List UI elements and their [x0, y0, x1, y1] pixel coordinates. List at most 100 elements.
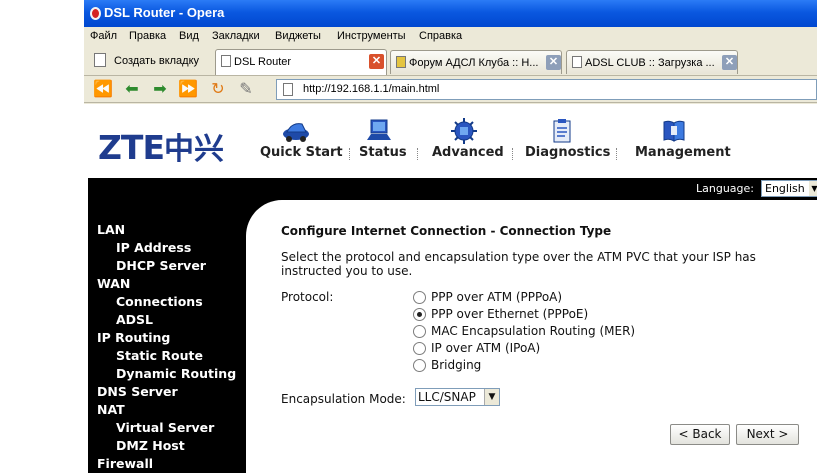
sidebar-item-firewall[interactable]: Firewall — [97, 456, 153, 471]
nav-label: Quick Start — [260, 145, 343, 160]
page-icon — [221, 55, 231, 67]
rewind-icon[interactable]: ⏪ — [93, 80, 113, 98]
car-icon — [283, 123, 309, 142]
edit-icon[interactable]: ✎ — [236, 80, 256, 98]
chip-icon — [451, 118, 477, 144]
nav-separator — [417, 148, 418, 160]
menu-bar: Файл Правка Вид Закладки Виджеты Инструм… — [84, 27, 817, 47]
logo-brand: ZTE — [98, 128, 165, 167]
radio-label: PPP over ATM (PPPoA) — [431, 290, 563, 304]
close-icon[interactable]: ✕ — [722, 55, 737, 70]
radio-label: Bridging — [431, 358, 482, 372]
tab-forum[interactable]: Форум АДСЛ Клуба :: Н... ✕ — [390, 50, 562, 74]
nav-separator — [349, 148, 350, 160]
page-frame: Language: English ▼ LAN IP Address DHCP … — [88, 178, 817, 473]
address-bar[interactable]: http://192.168.1.1/main.html — [276, 79, 817, 100]
language-label: Language: — [696, 182, 754, 195]
opera-logo-icon — [90, 7, 101, 20]
menu-edit[interactable]: Правка — [129, 30, 166, 42]
logo-brand-cn: 中兴 — [163, 132, 224, 167]
nav-management[interactable]: Management — [634, 116, 731, 166]
language-bar: Language: English ▼ — [88, 178, 817, 200]
encapsulation-mode-label: Encapsulation Mode: — [281, 392, 406, 406]
page-icon — [283, 83, 293, 96]
sidebar-item-static-route[interactable]: Static Route — [116, 348, 203, 363]
sidebar-item-virtual-server[interactable]: Virtual Server — [116, 420, 214, 435]
new-page-icon — [94, 53, 106, 67]
sidebar-item-ip-routing[interactable]: IP Routing — [97, 330, 170, 345]
close-icon[interactable]: ✕ — [369, 54, 384, 69]
new-tab-button[interactable]: Создать вкладку — [88, 50, 210, 72]
menu-tools[interactable]: Инструменты — [337, 30, 406, 42]
nav-quick-start[interactable]: Quick Start — [260, 116, 343, 166]
menu-help[interactable]: Справка — [419, 30, 462, 42]
desktop-background — [0, 0, 84, 473]
radio-button[interactable] — [413, 308, 426, 321]
forum-favicon-icon — [396, 56, 406, 68]
page-title: Configure Internet Connection - Connecti… — [281, 224, 612, 238]
nav-label: Status — [359, 145, 407, 160]
tab-label: ADSL CLUB :: Загрузка ... — [585, 57, 715, 69]
sidebar-item-wan[interactable]: WAN — [97, 276, 130, 291]
tab-bar: Создать вкладку DSL Router ✕ Форум АДСЛ … — [84, 47, 817, 76]
radio-button[interactable] — [413, 325, 426, 338]
zte-logo: ZTE中兴 — [98, 124, 224, 168]
sidebar-item-dmz-host[interactable]: DMZ Host — [116, 438, 185, 453]
back-icon[interactable]: ⬅ — [122, 80, 142, 98]
sidebar-item-dns-server[interactable]: DNS Server — [97, 384, 178, 399]
menu-widgets[interactable]: Виджеты — [275, 30, 321, 42]
nav-label: Advanced — [432, 145, 504, 160]
web-page: ZTE中兴 Quick Start Status Advanced Diagno… — [84, 104, 817, 473]
chevron-down-icon: ▼ — [809, 181, 817, 196]
nav-diagnostics[interactable]: Diagnostics — [524, 116, 610, 166]
new-tab-label: Создать вкладку — [114, 55, 200, 67]
window-title: DSL Router - Opera — [104, 5, 225, 20]
sidebar-item-dynamic-routing[interactable]: Dynamic Routing — [116, 366, 236, 381]
navigation-bar: ⏪ ⬅ ➡ ⏩ ↻ ✎ http://192.168.1.1/main.html — [84, 76, 817, 103]
menu-file[interactable]: Файл — [90, 30, 117, 42]
nav-advanced[interactable]: Advanced — [431, 116, 504, 166]
page-icon — [572, 56, 582, 68]
nav-separator — [616, 148, 617, 160]
radio-label: IP over ATM (IPoA) — [431, 341, 541, 355]
tab-dsl-router[interactable]: DSL Router ✕ — [215, 49, 387, 75]
browser-window: DSL Router - Opera Файл Правка Вид Закла… — [84, 0, 817, 473]
tab-adsl-club[interactable]: ADSL CLUB :: Загрузка ... ✕ — [566, 50, 738, 74]
close-icon[interactable]: ✕ — [546, 55, 561, 70]
encapsulation-mode-select[interactable]: LLC/SNAP ▼ — [415, 388, 500, 406]
fast-forward-icon[interactable]: ⏩ — [178, 80, 198, 98]
chevron-down-icon: ▼ — [484, 389, 499, 405]
back-button[interactable]: < Back — [670, 424, 730, 445]
nav-label: Management — [635, 145, 731, 160]
encapsulation-mode-value: LLC/SNAP — [418, 390, 476, 404]
main-content: Configure Internet Connection - Connecti… — [246, 200, 817, 473]
laptop-icon — [367, 119, 391, 140]
reload-icon[interactable]: ↻ — [208, 80, 228, 98]
sidebar-item-ip-address[interactable]: IP Address — [116, 240, 191, 255]
address-url[interactable]: http://192.168.1.1/main.html — [303, 83, 439, 95]
tab-label: Форум АДСЛ Клуба :: Н... — [409, 57, 539, 69]
clipboard-icon — [553, 119, 571, 143]
sidebar-item-lan[interactable]: LAN — [97, 222, 125, 237]
page-description: Select the protocol and encapsulation ty… — [281, 250, 756, 278]
radio-button[interactable] — [413, 359, 426, 372]
radio-label: MAC Encapsulation Routing (MER) — [431, 324, 636, 338]
language-value: English — [765, 182, 805, 195]
forward-icon[interactable]: ➡ — [150, 80, 170, 98]
title-bar[interactable]: DSL Router - Opera — [84, 0, 817, 27]
protocol-label: Protocol: — [281, 290, 334, 304]
sidebar-item-adsl[interactable]: ADSL — [116, 312, 153, 327]
sidebar-item-dhcp-server[interactable]: DHCP Server — [116, 258, 206, 273]
radio-button[interactable] — [413, 342, 426, 355]
radio-label: PPP over Ethernet (PPPoE) — [431, 307, 589, 321]
nav-label: Diagnostics — [525, 145, 611, 160]
nav-status[interactable]: Status — [357, 116, 407, 166]
sidebar-item-nat[interactable]: NAT — [97, 402, 125, 417]
sidebar-item-connections[interactable]: Connections — [116, 294, 203, 309]
language-select[interactable]: English ▼ — [761, 180, 817, 197]
radio-button[interactable] — [413, 291, 426, 304]
menu-bookmarks[interactable]: Закладки — [212, 30, 260, 42]
next-button[interactable]: Next > — [736, 424, 799, 445]
menu-view[interactable]: Вид — [179, 30, 199, 42]
nav-separator — [512, 148, 513, 160]
